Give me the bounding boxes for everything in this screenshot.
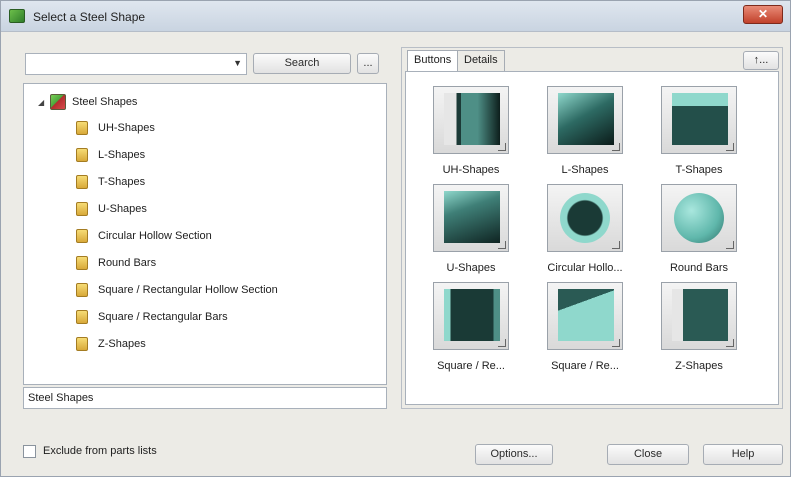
- browse-button[interactable]: ...: [357, 53, 379, 74]
- round-bar-thumbnail: [661, 184, 737, 252]
- shape-button-t-shapes[interactable]: T-Shapes: [644, 86, 754, 186]
- folder-icon: [76, 121, 88, 135]
- search-button[interactable]: Search: [253, 53, 351, 74]
- search-combo[interactable]: ▼: [25, 53, 247, 75]
- shape-button-label: Square / Re...: [551, 360, 619, 372]
- shape-button-square-bars[interactable]: Square / Re...: [530, 282, 640, 382]
- u-shape-thumbnail: [433, 184, 509, 252]
- chevron-down-icon[interactable]: ▼: [233, 58, 242, 68]
- folder-icon: [76, 256, 88, 270]
- collapse-arrow-icon[interactable]: ◢: [38, 98, 50, 107]
- shape-button-l-shapes[interactable]: L-Shapes: [530, 86, 640, 186]
- close-button[interactable]: Close: [607, 444, 689, 465]
- tree-item[interactable]: Square / Rectangular Bars: [76, 308, 228, 326]
- square-bar-thumbnail: [547, 282, 623, 350]
- shape-button-square-hollow[interactable]: Square / Re...: [416, 282, 526, 382]
- tree-item-label: UH-Shapes: [98, 122, 155, 134]
- tree-item-label: Square / Rectangular Bars: [98, 311, 228, 323]
- tree-item[interactable]: U-Shapes: [76, 200, 147, 218]
- window-title: Select a Steel Shape: [33, 10, 146, 24]
- shape-button-label: Round Bars: [669, 262, 729, 274]
- shape-buttons-grid: UH-Shapes L-Shapes T-Shapes U-Shapes Cir…: [405, 71, 779, 405]
- options-button[interactable]: Options...: [475, 444, 553, 465]
- folder-icon: [76, 283, 88, 297]
- folder-icon: [76, 202, 88, 216]
- tree-item-label: Z-Shapes: [98, 338, 146, 350]
- selection-status: Steel Shapes: [23, 387, 387, 409]
- shape-button-circular-hollow[interactable]: Circular Hollo...: [530, 184, 640, 284]
- t-shape-thumbnail: [661, 86, 737, 154]
- l-shape-thumbnail: [547, 86, 623, 154]
- shape-button-label: U-Shapes: [446, 262, 496, 274]
- folder-icon: [76, 337, 88, 351]
- tree-item-label: T-Shapes: [98, 176, 146, 188]
- square-hollow-thumbnail: [433, 282, 509, 350]
- folder-icon: [76, 175, 88, 189]
- tree-item[interactable]: Square / Rectangular Hollow Section: [76, 281, 278, 299]
- tree-item[interactable]: Circular Hollow Section: [76, 227, 212, 245]
- uh-shape-thumbnail: [433, 86, 509, 154]
- app-icon: [9, 9, 25, 23]
- shape-button-label: Circular Hollo...: [547, 262, 623, 274]
- window-close-button[interactable]: ✕: [743, 5, 783, 24]
- shape-tree[interactable]: ◢ Steel Shapes UH-Shapes L-Shapes T-Shap…: [23, 83, 387, 385]
- title-bar: Select a Steel Shape ✕: [1, 1, 790, 32]
- exclude-from-parts-label: Exclude from parts lists: [43, 445, 157, 457]
- help-button[interactable]: Help: [703, 444, 783, 465]
- tab-details[interactable]: Details: [457, 50, 505, 71]
- tree-item-label: Square / Rectangular Hollow Section: [98, 284, 278, 296]
- tree-item[interactable]: Round Bars: [76, 254, 156, 272]
- tab-buttons[interactable]: Buttons: [407, 50, 459, 71]
- circular-hollow-thumbnail: [547, 184, 623, 252]
- shape-button-label: T-Shapes: [675, 164, 723, 176]
- tree-item-label: L-Shapes: [98, 149, 146, 161]
- steel-shape-dialog: Select a Steel Shape ✕ ▼ Search ... ◢ St…: [0, 0, 791, 477]
- exclude-from-parts-checkbox[interactable]: [23, 445, 36, 458]
- steel-library-icon: [50, 94, 66, 110]
- tree-item[interactable]: L-Shapes: [76, 146, 145, 164]
- folder-icon: [76, 148, 88, 162]
- up-level-button[interactable]: ↑...: [743, 51, 779, 70]
- shape-button-uh-shapes[interactable]: UH-Shapes: [416, 86, 526, 186]
- tree-item-label: U-Shapes: [98, 203, 147, 215]
- tree-item-label: Round Bars: [98, 257, 157, 269]
- shape-button-label: Square / Re...: [437, 360, 505, 372]
- shape-button-z-shapes[interactable]: Z-Shapes: [644, 282, 754, 382]
- folder-icon: [76, 310, 88, 324]
- z-shape-thumbnail: [661, 282, 737, 350]
- shape-button-label: UH-Shapes: [442, 164, 500, 176]
- folder-icon: [76, 229, 88, 243]
- tree-root-label: Steel Shapes: [72, 96, 138, 108]
- shape-button-round-bars[interactable]: Round Bars: [644, 184, 754, 284]
- tree-item-label: Circular Hollow Section: [98, 230, 212, 242]
- shape-button-u-shapes[interactable]: U-Shapes: [416, 184, 526, 284]
- tree-item[interactable]: T-Shapes: [76, 173, 145, 191]
- shape-button-label: Z-Shapes: [675, 360, 723, 372]
- tree-item[interactable]: UH-Shapes: [76, 119, 155, 137]
- tree-root-steel-shapes[interactable]: ◢ Steel Shapes: [38, 93, 137, 111]
- tree-item[interactable]: Z-Shapes: [76, 335, 146, 353]
- shape-button-label: L-Shapes: [561, 164, 609, 176]
